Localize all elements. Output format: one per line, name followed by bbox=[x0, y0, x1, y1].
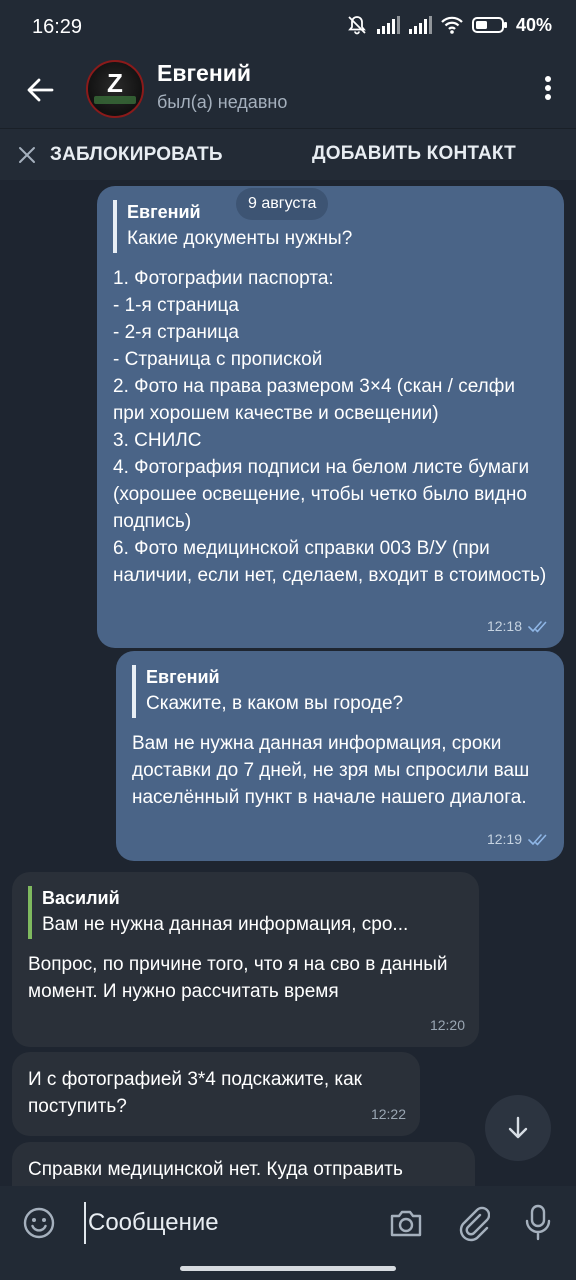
home-indicator[interactable] bbox=[180, 1266, 396, 1271]
arrow-left-icon bbox=[27, 78, 54, 102]
camera-icon bbox=[390, 1210, 422, 1237]
emoji-icon bbox=[23, 1207, 55, 1239]
message-meta: 12:22 bbox=[371, 1101, 406, 1128]
message-bubble[interactable]: Василий Вам не нужна данная информация, … bbox=[12, 872, 479, 1047]
status-time: 16:29 bbox=[32, 16, 83, 38]
scroll-to-bottom-button[interactable] bbox=[485, 1095, 551, 1161]
avatar-decoration bbox=[94, 96, 136, 104]
message-time: 12:18 bbox=[486, 618, 522, 634]
arrow-down-icon bbox=[508, 1116, 528, 1139]
message-bubble[interactable]: Справки медицинской нет. Куда отправить bbox=[12, 1142, 475, 1186]
paperclip-icon bbox=[459, 1206, 491, 1242]
message-meta: 12:19 bbox=[487, 826, 550, 853]
message-list[interactable]: Евгений Какие документы нужны? 1. Фотогр… bbox=[0, 180, 576, 1186]
block-button[interactable]: ЗАБЛОКИРОВАТЬ bbox=[18, 141, 223, 169]
message-meta: 12:18 bbox=[487, 613, 550, 640]
message-text: Вам не нужна данная информация, сроки до… bbox=[132, 733, 535, 808]
double-check-icon bbox=[528, 620, 547, 632]
microphone-button[interactable] bbox=[524, 1204, 552, 1242]
reply-quote[interactable]: Евгений Какие документы нужны? bbox=[113, 200, 548, 253]
signal-icon bbox=[376, 16, 400, 34]
emoji-button[interactable] bbox=[22, 1206, 56, 1240]
camera-button[interactable] bbox=[388, 1206, 424, 1240]
contact-name[interactable]: Евгений bbox=[157, 60, 251, 87]
reply-text: Вам не нужна данная информация, сро... bbox=[42, 914, 409, 935]
message-bubble[interactable]: Евгений Какие документы нужны? 1. Фотогр… bbox=[97, 186, 564, 648]
message-time: 12:20 bbox=[429, 1017, 465, 1033]
wifi-icon bbox=[441, 16, 463, 34]
status-icons: 40% bbox=[346, 14, 552, 36]
close-icon bbox=[19, 147, 35, 163]
message-bubble[interactable]: Евгений Скажите, в каком вы городе? Вам … bbox=[116, 651, 564, 861]
action-bar: ЗАБЛОКИРОВАТЬ ДОБАВИТЬ КОНТАКТ bbox=[0, 128, 576, 180]
status-bar: 16:29 40% bbox=[0, 0, 576, 52]
message-text: Справки медицинской нет. Куда отправить bbox=[28, 1159, 403, 1180]
more-vertical-icon bbox=[545, 76, 551, 100]
message-text: 1. Фотографии паспорта: - 1-я страница -… bbox=[113, 268, 547, 586]
attach-button[interactable] bbox=[456, 1204, 491, 1242]
message-time: 12:19 bbox=[486, 831, 522, 847]
avatar[interactable]: Z bbox=[86, 60, 144, 118]
reply-text: Какие документы нужны? bbox=[127, 228, 353, 249]
chat-header: Z Евгений был(а) недавно bbox=[0, 52, 576, 128]
message-time: 12:22 bbox=[370, 1106, 406, 1122]
message-text: Вопрос, по причине того, что я на сво в … bbox=[28, 954, 453, 1002]
more-menu-button[interactable] bbox=[542, 72, 554, 104]
microphone-icon bbox=[525, 1204, 551, 1241]
battery-percentage: 40% bbox=[515, 14, 552, 35]
double-check-icon bbox=[528, 833, 547, 845]
reply-quote[interactable]: Евгений Скажите, в каком вы городе? bbox=[132, 665, 548, 718]
reply-text: Скажите, в каком вы городе? bbox=[146, 693, 404, 714]
block-label: ЗАБЛОКИРОВАТЬ bbox=[50, 144, 223, 165]
message-meta: 12:20 bbox=[430, 1012, 465, 1039]
date-separator: 9 августа bbox=[236, 188, 329, 220]
avatar-letter: Z bbox=[107, 68, 123, 98]
message-text: И с фотографией 3*4 подскажите, как пост… bbox=[28, 1069, 368, 1117]
reply-author: Василий bbox=[42, 888, 120, 908]
reply-quote[interactable]: Василий Вам не нужна данная информация, … bbox=[28, 886, 458, 939]
mute-bell-icon bbox=[348, 16, 366, 35]
reply-author: Евгений bbox=[127, 202, 201, 222]
message-bubble[interactable]: И с фотографией 3*4 подскажите, как пост… bbox=[12, 1052, 420, 1136]
contact-status: был(а) недавно bbox=[157, 92, 288, 112]
add-contact-button[interactable]: ДОБАВИТЬ КОНТАКТ bbox=[312, 143, 516, 165]
reply-author: Евгений bbox=[146, 667, 220, 687]
signal-2-icon bbox=[408, 16, 432, 34]
battery-icon bbox=[471, 17, 507, 33]
back-button[interactable] bbox=[24, 74, 56, 106]
message-input[interactable] bbox=[84, 1202, 364, 1244]
